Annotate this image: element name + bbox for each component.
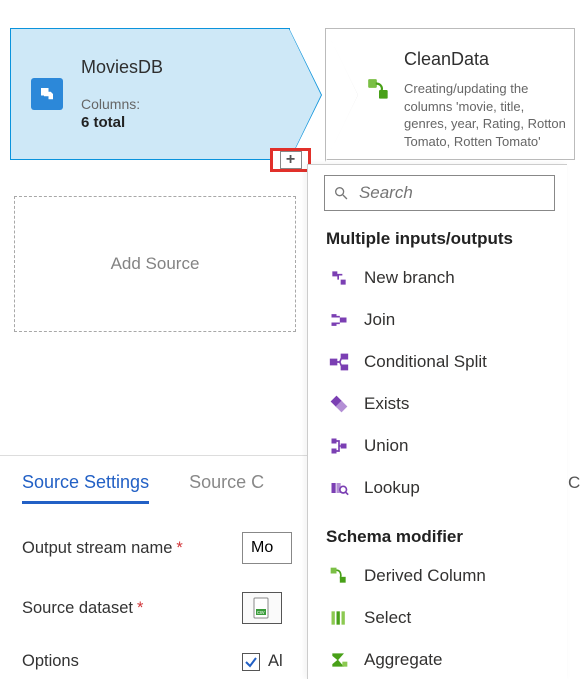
join-icon [328, 309, 350, 331]
conditional-split-icon [328, 351, 350, 373]
search-icon [333, 184, 349, 202]
source-dataset-selector[interactable]: csv [242, 592, 282, 624]
source-dataset-label: Source dataset* [22, 599, 242, 618]
menu-item-exists[interactable]: Exists [324, 383, 555, 425]
exists-icon [328, 393, 350, 415]
source-node-moviesdb[interactable]: MoviesDB Columns: 6 total [10, 28, 290, 160]
options-checkbox-label: Al [268, 652, 283, 671]
svg-text:csv: csv [257, 610, 265, 616]
transformation-search-input[interactable] [357, 182, 546, 204]
output-stream-name-label: Output stream name* [22, 539, 242, 558]
menu-group-multiple-io: Multiple inputs/outputs [326, 229, 555, 249]
menu-item-join[interactable]: Join [324, 299, 555, 341]
tab-source-settings[interactable]: Source Settings [22, 472, 149, 504]
columns-label: Columns: [81, 96, 163, 112]
aggregate-icon [328, 649, 350, 671]
menu-item-lookup[interactable]: Lookup [324, 467, 555, 509]
options-checkbox[interactable] [242, 653, 260, 671]
derived-column-icon-small [328, 565, 350, 587]
derived-node-title: CleanData [404, 49, 566, 70]
source-icon [31, 78, 63, 110]
check-icon [244, 655, 258, 669]
menu-item-aggregate[interactable]: Aggregate [324, 639, 555, 679]
select-icon [328, 607, 350, 629]
menu-item-select[interactable]: Select [324, 597, 555, 639]
transformation-search[interactable] [324, 175, 555, 211]
source-node-title: MoviesDB [81, 57, 163, 78]
union-icon [328, 435, 350, 457]
output-stream-name-input[interactable] [242, 532, 292, 564]
add-source-label: Add Source [111, 254, 200, 274]
menu-group-schema-modifier: Schema modifier [326, 527, 555, 547]
transformation-menu: Multiple inputs/outputs New branch Join … [307, 164, 567, 679]
csv-file-icon: csv [252, 597, 272, 619]
new-branch-icon [328, 267, 350, 289]
derived-node-cleandata[interactable]: CleanData Creating/updating the columns … [325, 28, 575, 160]
menu-item-conditional-split[interactable]: Conditional Split [324, 341, 555, 383]
menu-item-new-branch[interactable]: New branch [324, 257, 555, 299]
lookup-icon [328, 477, 350, 499]
menu-item-union[interactable]: Union [324, 425, 555, 467]
options-label: Options [22, 652, 242, 671]
add-source-placeholder[interactable]: Add Source [14, 196, 296, 332]
add-transformation-button[interactable]: + [280, 151, 302, 169]
tab-source-options[interactable]: Source C [189, 472, 264, 504]
menu-item-derived-column[interactable]: Derived Column [324, 555, 555, 597]
derived-column-icon [366, 77, 392, 159]
add-transformation-highlight: + [270, 148, 311, 172]
derived-node-description: Creating/updating the columns 'movie, ti… [404, 80, 566, 150]
columns-value: 6 total [81, 114, 163, 131]
